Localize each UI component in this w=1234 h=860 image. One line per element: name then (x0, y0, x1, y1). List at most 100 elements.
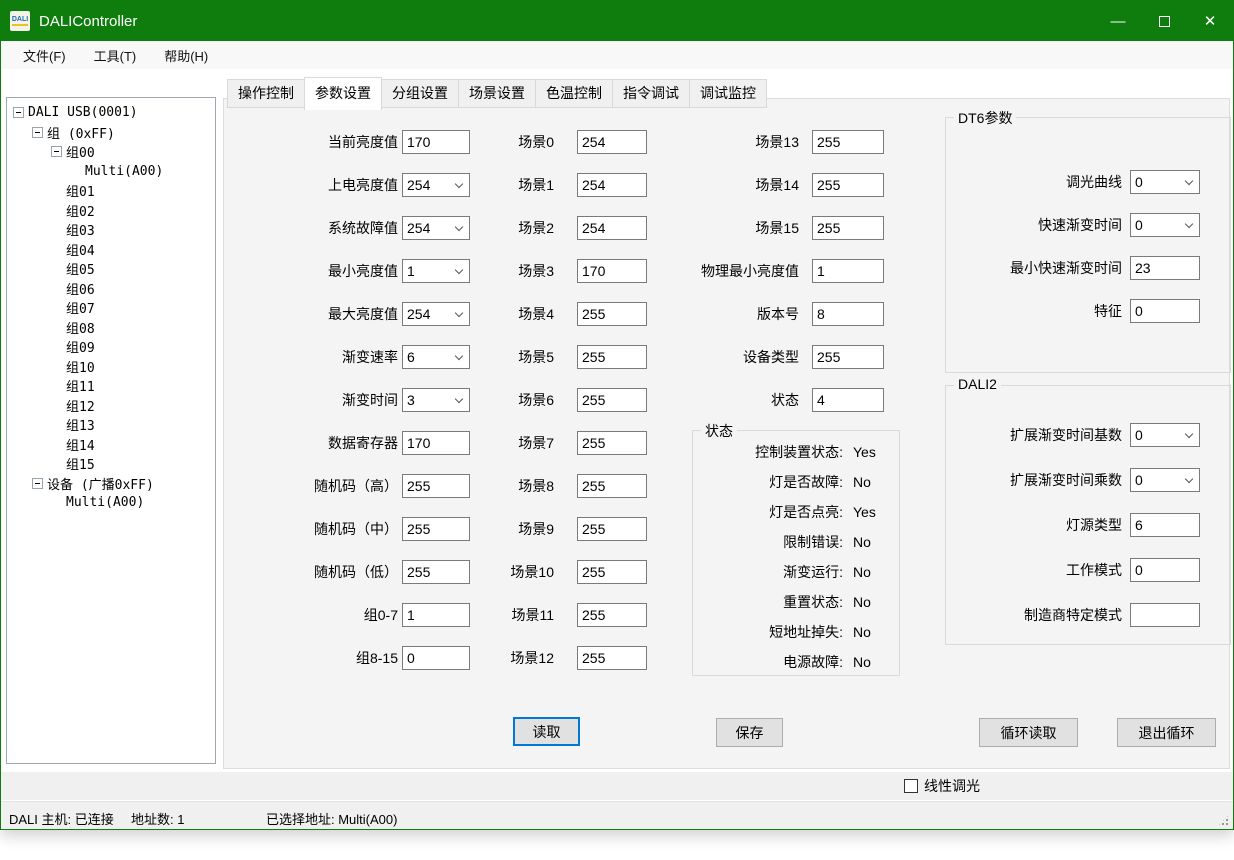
scene-value-input[interactable]: 254 (577, 130, 647, 154)
linear-dimming-checkbox[interactable] (904, 779, 918, 793)
scene-value-input[interactable]: 255 (577, 388, 647, 412)
linear-dimming-option[interactable]: 线性调光 (904, 776, 980, 796)
tree-item[interactable]: 组05 (7, 259, 215, 279)
window-controls: — ✕ (1095, 1, 1233, 41)
tab[interactable]: 操作控制 (227, 79, 305, 108)
param-label: 上电亮度值 (234, 175, 402, 195)
tree-item[interactable]: 设备 (广播0xFF) (7, 474, 215, 494)
param-value-box[interactable]: 254 (402, 302, 470, 326)
menu-item[interactable]: 帮助(H) (154, 42, 218, 69)
scene-value-input[interactable]: 255 (577, 345, 647, 369)
tree-item[interactable]: 组13 (7, 415, 215, 435)
param-label: 工作模式 (946, 560, 1130, 580)
param-value-box[interactable]: 255 (812, 345, 884, 369)
param-value-box[interactable]: 3 (402, 388, 470, 412)
tree-item[interactable]: 组02 (7, 201, 215, 221)
tree-expander-icon[interactable] (51, 146, 62, 157)
param-label: 物理最小亮度值 (654, 261, 812, 281)
tree-item[interactable]: 组04 (7, 240, 215, 260)
param-label: 场景13 (654, 132, 812, 152)
scene-value-input[interactable]: 255 (577, 431, 647, 455)
tree-item[interactable]: 组03 (7, 220, 215, 240)
scene-value-input[interactable]: 255 (577, 646, 647, 670)
tab[interactable]: 色温控制 (535, 79, 613, 108)
param-value-box[interactable]: 4 (812, 388, 884, 412)
tree-item[interactable]: 组14 (7, 435, 215, 455)
param-value-box[interactable]: 0 (1130, 170, 1200, 194)
param-value-box[interactable]: 8 (812, 302, 884, 326)
param-value-box[interactable]: 6 (402, 345, 470, 369)
tree-item-label: 组03 (66, 220, 95, 239)
menu-item[interactable]: 文件(F) (13, 42, 76, 69)
param-value-box[interactable]: 0 (1130, 423, 1200, 447)
scene-value-input[interactable]: 255 (577, 603, 647, 627)
loop-read-button[interactable]: 循环读取 (979, 718, 1078, 747)
param-value-box[interactable]: 0 (1130, 558, 1200, 582)
param-value-box[interactable]: 0 (402, 646, 470, 670)
param-label: 状态 (654, 390, 812, 410)
minimize-button[interactable]: — (1095, 1, 1141, 41)
param-value-box[interactable]: 255 (402, 560, 470, 584)
tab[interactable]: 分组设置 (381, 79, 459, 108)
tree-item[interactable]: 组07 (7, 298, 215, 318)
param-value-box[interactable]: 0 (1130, 213, 1200, 237)
status-row: 控制装置状态: Yes (693, 437, 899, 467)
param-value-box[interactable]: 0 (1130, 299, 1200, 323)
close-button[interactable]: ✕ (1187, 1, 1233, 41)
tree-item[interactable]: 组11 (7, 376, 215, 396)
save-button[interactable]: 保存 (716, 718, 783, 747)
param-value-box[interactable]: 255 (812, 173, 884, 197)
scene-value-input[interactable]: 254 (577, 216, 647, 240)
tree-item[interactable]: 组15 (7, 454, 215, 474)
param-value-box[interactable]: 1 (812, 259, 884, 283)
title-bar: DALI DALIController — ✕ (1, 1, 1233, 41)
param-value-box[interactable]: 254 (402, 216, 470, 240)
tree-item[interactable]: Multi(A00) (7, 162, 215, 182)
param-value-box[interactable]: 255 (402, 474, 470, 498)
menu-item[interactable]: 工具(T) (84, 42, 147, 69)
param-label: 组0-7 (234, 605, 402, 625)
param-value-box[interactable]: 255 (402, 517, 470, 541)
tree-item[interactable]: 组 (0xFF) (7, 123, 215, 143)
tab[interactable]: 参数设置 (304, 77, 382, 110)
tree-expander-icon[interactable] (32, 127, 43, 138)
scene-value-input[interactable]: 255 (577, 474, 647, 498)
tree-item[interactable]: 组00 (7, 142, 215, 162)
tree-expander-icon[interactable] (13, 107, 24, 118)
scene-value-input[interactable]: 255 (577, 560, 647, 584)
exit-loop-button[interactable]: 退出循环 (1117, 718, 1216, 747)
read-button[interactable]: 读取 (513, 717, 580, 746)
tree-item[interactable]: 组06 (7, 279, 215, 299)
param-value-box[interactable]: 255 (812, 216, 884, 240)
tree-item[interactable]: 组10 (7, 357, 215, 377)
param-value-box[interactable]: 254 (402, 173, 470, 197)
tab[interactable]: 场景设置 (458, 79, 536, 108)
scene-value-input[interactable]: 254 (577, 173, 647, 197)
param-value-box[interactable]: 0 (1130, 468, 1200, 492)
param-value-box[interactable]: 170 (402, 130, 470, 154)
resize-grip[interactable] (1217, 814, 1230, 827)
tree-item[interactable]: Multi(A00) (7, 493, 215, 513)
param-value-box[interactable]: 6 (1130, 513, 1200, 537)
param-value-box[interactable]: 170 (402, 431, 470, 455)
tab[interactable]: 调试监控 (689, 79, 767, 108)
param-value-box[interactable]: 1 (402, 259, 470, 283)
tree-item[interactable]: 组08 (7, 318, 215, 338)
param-value-box[interactable]: 23 (1130, 256, 1200, 280)
param-value-box[interactable] (1130, 603, 1200, 627)
footer-band: 线性调光 (1, 772, 1233, 800)
scene-row: 场景0 254 (477, 120, 647, 163)
param-row: 工作模式 0 (946, 547, 1230, 592)
tree-expander-icon[interactable] (32, 478, 43, 489)
maximize-button[interactable] (1141, 1, 1187, 41)
param-value-box[interactable]: 255 (812, 130, 884, 154)
tree-item[interactable]: 组09 (7, 337, 215, 357)
tab[interactable]: 指令调试 (612, 79, 690, 108)
scene-value-input[interactable]: 170 (577, 259, 647, 283)
tree-item[interactable]: 组12 (7, 396, 215, 416)
scene-value-input[interactable]: 255 (577, 302, 647, 326)
tree-item[interactable]: DALI USB(0001) (7, 103, 215, 123)
scene-value-input[interactable]: 255 (577, 517, 647, 541)
tree-item[interactable]: 组01 (7, 181, 215, 201)
param-value-box[interactable]: 1 (402, 603, 470, 627)
